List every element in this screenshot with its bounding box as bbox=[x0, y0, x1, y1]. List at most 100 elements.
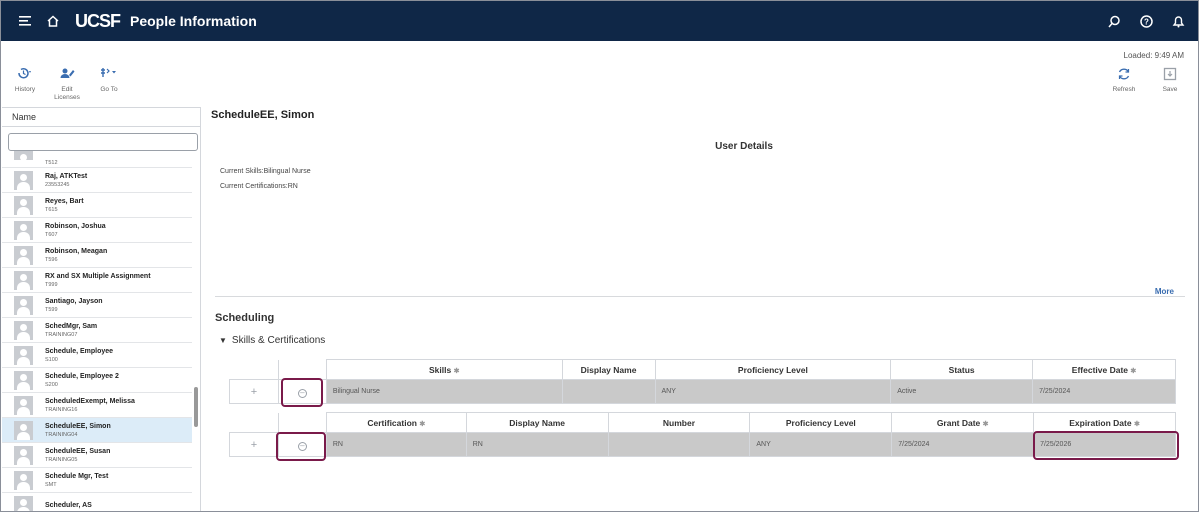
edit-licenses-button[interactable]: Edit Licenses bbox=[53, 67, 81, 102]
help-icon[interactable]: ? bbox=[1136, 11, 1156, 31]
skill-effective-date-cell[interactable]: 7/25/2024 bbox=[1032, 379, 1176, 404]
cert-display-name-cell[interactable]: RN bbox=[465, 432, 609, 457]
refresh-label: Refresh bbox=[1112, 86, 1136, 93]
person-list-item[interactable]: Santiago, Jayson T599 bbox=[2, 293, 192, 318]
goto-button[interactable]: Go To bbox=[95, 67, 123, 102]
person-name: Robinson, Meagan bbox=[45, 247, 108, 255]
person-list-item[interactable]: RX and SX Multiple Assignment T999 bbox=[2, 268, 192, 293]
status-header[interactable]: Status bbox=[890, 359, 1034, 380]
save-label: Save bbox=[1162, 86, 1178, 93]
certification-header[interactable]: Certification ✱ bbox=[325, 412, 467, 433]
person-list-item[interactable]: Schedule, Employee 2 S200 bbox=[2, 368, 192, 393]
employee-name: ScheduleEE, Simon bbox=[211, 109, 315, 121]
add-cert-button[interactable]: + bbox=[229, 432, 279, 457]
person-list-item[interactable]: Schedule Mgr, Test SMT bbox=[2, 468, 192, 493]
refresh-icon bbox=[1117, 67, 1131, 83]
person-id: SMT bbox=[45, 481, 57, 488]
cert-proficiency-cell[interactable]: ANY bbox=[749, 432, 893, 457]
person-id: T615 bbox=[45, 206, 58, 213]
person-list-item[interactable]: SchedMgr, Sam TRAINING07 bbox=[2, 318, 192, 343]
skills-header[interactable]: Skills ✱ bbox=[325, 359, 563, 380]
person-list-item[interactable]: Raj, ATKTest 23553245 bbox=[2, 168, 192, 193]
plus-icon: + bbox=[250, 438, 258, 451]
display-name-header[interactable]: Display Name bbox=[561, 359, 656, 380]
person-id: TRAINING05 bbox=[45, 456, 78, 463]
certification-cell[interactable]: RN bbox=[325, 432, 467, 457]
plus-icon: + bbox=[250, 385, 258, 398]
save-icon bbox=[1163, 67, 1177, 83]
people-list: T512 Raj, ATKTest 23553245 Reyes, Bart T615 R… bbox=[2, 151, 192, 511]
number-header[interactable]: Number bbox=[607, 412, 751, 433]
person-list-item[interactable]: ScheduleEE, Susan TRAINING05 bbox=[2, 443, 192, 468]
cert-display-name-header[interactable]: Display Name bbox=[465, 412, 609, 433]
person-id: T596 bbox=[45, 256, 58, 263]
person-list-item[interactable]: T512 bbox=[2, 151, 192, 168]
app-window: UCSF People Information ? Loaded: 9:49 A… bbox=[0, 0, 1199, 512]
person-id: S100 bbox=[45, 356, 58, 363]
person-id: TRAINING16 bbox=[45, 406, 78, 413]
person-name: Reyes, Bart bbox=[45, 197, 84, 205]
person-id: T607 bbox=[45, 231, 58, 238]
section-divider bbox=[215, 296, 1185, 297]
person-name: ScheduleEE, Simon bbox=[45, 422, 111, 430]
person-list-item[interactable]: ScheduledExempt, Melissa TRAINING16 bbox=[2, 393, 192, 418]
grant-date-cell[interactable]: 7/25/2024 bbox=[891, 432, 1035, 457]
blank-header bbox=[278, 359, 327, 380]
save-button[interactable]: Save bbox=[1156, 67, 1184, 94]
people-list-panel: Name T512 Raj, ATKTest 23553245 Reyes, Bart… bbox=[2, 107, 201, 511]
person-id: S200 bbox=[45, 381, 58, 388]
skill-cell[interactable]: Bilingual Nurse bbox=[325, 379, 563, 404]
skills-row: + – Bilingual Nurse ANY Active 7/25/2024 bbox=[229, 379, 1176, 404]
more-link[interactable]: More bbox=[1155, 287, 1174, 296]
skill-display-name-cell[interactable] bbox=[561, 379, 656, 404]
person-list-item[interactable]: Scheduler, AS bbox=[2, 493, 192, 511]
avatar-icon bbox=[14, 245, 33, 265]
cert-proficiency-header[interactable]: Proficiency Level bbox=[749, 412, 893, 433]
avatar-icon bbox=[14, 151, 33, 160]
remove-cert-highlight bbox=[276, 432, 326, 461]
proficiency-header[interactable]: Proficiency Level bbox=[654, 359, 892, 380]
skills-certifications-toggle[interactable]: ▼ Skills & Certifications bbox=[219, 335, 325, 346]
name-column-header[interactable]: Name bbox=[2, 107, 200, 127]
people-search-input[interactable] bbox=[8, 133, 198, 151]
search-icon[interactable] bbox=[1104, 11, 1124, 31]
cert-number-cell[interactable] bbox=[607, 432, 751, 457]
person-id: TRAINING07 bbox=[45, 331, 78, 338]
expiration-date-header[interactable]: Expiration Date ✱ bbox=[1033, 412, 1176, 433]
menu-icon[interactable] bbox=[15, 11, 35, 31]
history-button[interactable]: History bbox=[11, 67, 39, 102]
toolbar-right: Refresh Save bbox=[1110, 67, 1184, 94]
avatar-icon bbox=[14, 345, 33, 365]
person-list-item[interactable]: ScheduleEE, Simon TRAINING04 bbox=[2, 418, 192, 443]
edit-licenses-icon bbox=[59, 67, 75, 83]
person-list-item[interactable]: Robinson, Joshua T607 bbox=[2, 218, 192, 243]
blank-header bbox=[229, 412, 279, 433]
person-name: Schedule, Employee bbox=[45, 347, 114, 355]
goto-label: Go To bbox=[100, 86, 118, 93]
avatar-icon bbox=[14, 420, 33, 440]
top-bar: UCSF People Information ? bbox=[1, 1, 1198, 41]
avatar-icon bbox=[14, 195, 33, 215]
grant-date-header[interactable]: Grant Date ✱ bbox=[891, 412, 1035, 433]
person-name: Raj, ATKTest bbox=[45, 172, 88, 180]
add-skill-button[interactable]: + bbox=[229, 379, 279, 404]
skills-header-row: Skills ✱ Display Name Proficiency Level … bbox=[229, 359, 1176, 380]
avatar-icon bbox=[14, 170, 33, 190]
person-list-item[interactable]: Schedule, Employee S100 bbox=[2, 343, 192, 368]
skill-status-cell[interactable]: Active bbox=[890, 379, 1034, 404]
goto-icon bbox=[100, 67, 118, 83]
person-name: ScheduleEE, Susan bbox=[45, 447, 111, 455]
person-list-item[interactable]: Reyes, Bart T615 bbox=[2, 193, 192, 218]
person-id: 23553245 bbox=[45, 181, 70, 188]
avatar-icon bbox=[14, 370, 33, 390]
skills-table: Skills ✱ Display Name Proficiency Level … bbox=[229, 359, 1176, 404]
people-list-scrollbar[interactable] bbox=[194, 387, 198, 427]
refresh-button[interactable]: Refresh bbox=[1110, 67, 1138, 94]
effective-date-header[interactable]: Effective Date ✱ bbox=[1032, 359, 1176, 380]
person-name: Santiago, Jayson bbox=[45, 297, 103, 305]
bell-icon[interactable] bbox=[1168, 11, 1188, 31]
skill-proficiency-cell[interactable]: ANY bbox=[654, 379, 892, 404]
home-icon[interactable] bbox=[43, 11, 63, 31]
person-name: ScheduledExempt, Melissa bbox=[45, 397, 135, 405]
person-list-item[interactable]: Robinson, Meagan T596 bbox=[2, 243, 192, 268]
